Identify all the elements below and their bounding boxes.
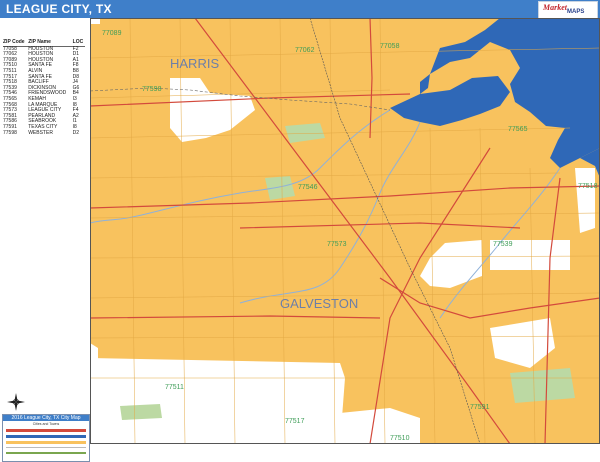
legend-highway-swatch [6, 429, 86, 432]
county-label-galveston: GALVESTON [280, 296, 358, 311]
legend-park-swatch [6, 452, 86, 454]
zip-name-cell: WEBSTER [28, 129, 53, 136]
logo-maps-text: MAPS [567, 9, 585, 15]
zip-label: 77573 [327, 241, 347, 248]
park-area [120, 404, 162, 420]
legend-subtitle: Cities and Towns [32, 422, 60, 426]
left-panel: ZIP Code ZIP Name LOC 77058 HOUSTON F2 7706… [0, 18, 90, 462]
legend-street-swatch [6, 447, 86, 448]
zip-label: 77058 [380, 43, 400, 50]
zip-label: 77518 [578, 183, 598, 190]
county-label-harris: HARRIS [170, 56, 219, 71]
park-area [265, 176, 295, 200]
zip-label: 77539 [493, 241, 513, 248]
white-area [90, 358, 345, 444]
zip-label: 77517 [285, 418, 305, 425]
logo-script-text: Market [543, 3, 567, 12]
zip-label: 77591 [470, 404, 490, 411]
title-bar: LEAGUE CITY, TX Market MAPS [0, 0, 600, 20]
compass-rose-icon [7, 393, 25, 411]
zip-label: 77565 [508, 126, 528, 133]
zip-code-table: ZIP Code ZIP Name LOC 77058 HOUSTON F2 7706… [3, 39, 85, 137]
loc-cell: D2 [72, 129, 80, 136]
map-canvas[interactable]: HARRIS GALVESTON 77089 77062 77058 77598… [90, 18, 600, 444]
zip-label: 77089 [102, 30, 122, 37]
zip-label: 77598 [142, 86, 162, 93]
zip-label: 77546 [298, 184, 318, 191]
zip-label: 77062 [295, 47, 315, 54]
map-legend: 2016 League City, TX City Map Cities and… [2, 414, 90, 462]
map-title: LEAGUE CITY, TX [6, 2, 112, 16]
zip-table-row: 77598 WEBSTER D2 [3, 129, 85, 137]
zip-label: 77510 [390, 435, 410, 442]
park-area [510, 368, 575, 403]
zip-code-cell: 77598 [3, 129, 17, 136]
legend-title: 2016 League City, TX City Map [3, 415, 89, 421]
zip-label: 77511 [165, 384, 184, 391]
legend-water-swatch [6, 435, 86, 438]
